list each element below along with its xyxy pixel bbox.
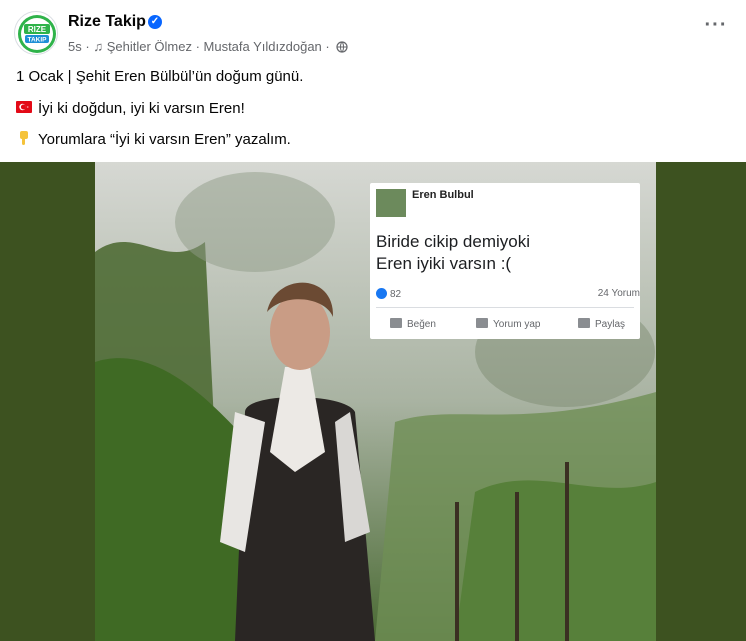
card-author-name: Eren Bulbul [412, 189, 474, 201]
card-like-count: 82 [390, 289, 402, 300]
page-avatar[interactable]: RIZE TAKIP [14, 11, 58, 55]
globe-icon[interactable] [336, 40, 348, 53]
verified-badge-icon: ✓ [148, 15, 162, 29]
card-share-action: Paylaş [578, 318, 625, 330]
post-text-line-2: İyi ki doğdun, iyi ki varsın Eren! [16, 99, 245, 117]
card-text-line-1: Biride cikip demiyoki [376, 232, 530, 251]
page-name[interactable]: Rize Takip [68, 13, 146, 31]
separator-dot: · [85, 39, 90, 55]
card-comment-action: Yorum yap [476, 318, 540, 330]
card-divider [376, 307, 634, 308]
like-reaction-icon [376, 288, 387, 299]
avatar-text-bottom: TAKIP [27, 37, 47, 44]
post-time[interactable]: 5s [68, 39, 82, 54]
post-header: RIZE TAKIP Rize Takip ✓ 5s · ♫ Şehitler … [0, 0, 746, 64]
post-text-line-3: Yorumlara “İyi ki varsın Eren” yazalım. [16, 130, 291, 148]
share-arrow-icon [578, 318, 590, 328]
card-text-line-2: Eren iyiki varsın :( [376, 254, 512, 273]
separator-dot: · [325, 39, 330, 55]
avatar-text-top: RIZE [28, 25, 47, 34]
audio-track[interactable]: Şehitler Ölmez · Mustafa Yıldızdoğan [107, 39, 322, 54]
post-media[interactable]: Eren Bulbul Biride cikip demiyoki Eren i… [0, 162, 746, 641]
embedded-facebook-post: Eren Bulbul Biride cikip demiyoki Eren i… [370, 183, 640, 339]
more-options-button[interactable]: ··· [704, 15, 728, 42]
post-text-line-3-text: Yorumlara “İyi ki varsın Eren” yazalım. [38, 131, 291, 148]
rize-takip-logo: RIZE TAKIP [18, 15, 56, 53]
card-likes: 82 [376, 288, 401, 300]
card-avatar [376, 189, 406, 217]
card-comment-count: 24 Yorum [597, 288, 640, 299]
card-like-action: Beğen [390, 318, 436, 330]
thumbs-up-icon [390, 318, 402, 328]
card-text: Biride cikip demiyoki Eren iyiki varsın … [376, 231, 530, 275]
turkish-flag-icon [16, 101, 32, 113]
comment-icon [476, 318, 488, 328]
post-text-line-1: 1 Ocak | Şehit Eren Bülbül’ün doğum günü… [16, 68, 304, 85]
post-text-line-2-text: İyi ki doğdun, iyi ki varsın Eren! [38, 100, 245, 117]
music-note-icon: ♫ [93, 39, 104, 55]
post-meta: 5s · ♫ Şehitler Ölmez · Mustafa Yıldızdo… [68, 38, 348, 54]
pointing-down-hand-icon [20, 131, 28, 145]
